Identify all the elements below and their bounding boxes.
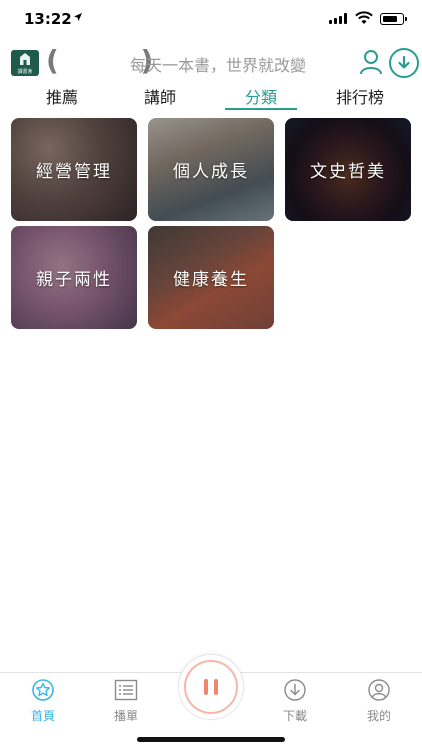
download-button[interactable] bbox=[389, 48, 419, 78]
category-label: 文史哲美 bbox=[310, 162, 386, 182]
slogan-text: 每天一本書，世界就改變 bbox=[130, 56, 307, 75]
category-label: 經營管理 bbox=[36, 162, 112, 182]
logo-building-icon bbox=[20, 53, 30, 65]
player-pause-button[interactable] bbox=[178, 654, 244, 720]
category-label: 親子兩性 bbox=[36, 270, 112, 290]
nav-playlist-label: 播單 bbox=[113, 709, 138, 723]
tab-lecturers[interactable]: 講師 bbox=[130, 84, 190, 112]
nav-downloads-label: 下載 bbox=[282, 709, 307, 723]
category-card-humanities[interactable]: 文史哲美 bbox=[285, 118, 411, 221]
nav-playlist[interactable]: 播單 bbox=[96, 679, 156, 724]
location-arrow-icon bbox=[74, 13, 82, 21]
category-label: 個人成長 bbox=[173, 162, 249, 182]
tab-recommend[interactable]: 推薦 bbox=[32, 84, 92, 112]
status-bar: 13:22 bbox=[0, 0, 422, 40]
category-card-health[interactable]: 健康養生 bbox=[148, 226, 274, 329]
download-icon bbox=[284, 679, 306, 701]
nav-downloads[interactable]: 下載 bbox=[265, 679, 325, 724]
app-header: 讀書會 ( ) 每天一本書，世界就改變 bbox=[0, 42, 422, 82]
user-icon[interactable] bbox=[359, 49, 383, 75]
home-star-icon bbox=[32, 679, 54, 701]
category-tabs: 推薦 講師 分類 排行榜 bbox=[0, 84, 422, 112]
active-tab-indicator bbox=[225, 108, 297, 110]
category-card-business[interactable]: 經營管理 bbox=[11, 118, 137, 221]
download-arrow-icon bbox=[398, 55, 410, 69]
nav-home[interactable]: 首頁 bbox=[13, 679, 73, 724]
nav-profile[interactable]: 我的 bbox=[349, 679, 409, 724]
category-label: 健康養生 bbox=[173, 270, 249, 290]
wifi-icon bbox=[355, 11, 373, 24]
playlist-icon bbox=[114, 679, 138, 701]
logo-text: 讀書會 bbox=[17, 69, 33, 75]
nav-profile-label: 我的 bbox=[366, 709, 391, 723]
battery-icon bbox=[380, 13, 407, 25]
tab-rankings[interactable]: 排行榜 bbox=[325, 84, 395, 112]
category-card-family[interactable]: 親子兩性 bbox=[11, 226, 137, 329]
category-card-personal-growth[interactable]: 個人成長 bbox=[148, 118, 274, 221]
nav-home-label: 首頁 bbox=[30, 709, 55, 723]
home-indicator bbox=[137, 737, 285, 742]
profile-icon bbox=[368, 679, 390, 701]
pause-icon bbox=[184, 660, 238, 714]
status-time: 13:22 bbox=[24, 10, 72, 28]
cellular-signal-icon bbox=[329, 13, 347, 24]
app-logo[interactable]: 讀書會 bbox=[11, 50, 39, 76]
